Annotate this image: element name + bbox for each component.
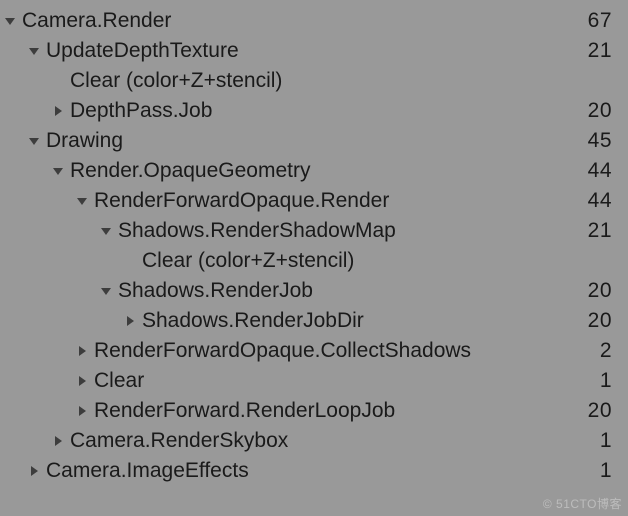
disclosure-expanded-icon[interactable]: [24, 135, 44, 147]
watermark: © 51CTO博客: [543, 495, 622, 512]
indent: [0, 411, 72, 412]
row-value: 1: [600, 426, 618, 456]
row-value: 20: [588, 306, 618, 336]
tree-row[interactable]: Shadows.RenderShadowMap 21: [0, 216, 618, 246]
row-value: 21: [588, 36, 618, 66]
row-value: 1: [600, 366, 618, 396]
indent: [0, 81, 48, 82]
indent: [0, 441, 48, 442]
tree-row[interactable]: Camera.RenderSkybox 1: [0, 426, 618, 456]
row-value: 2: [600, 336, 618, 366]
indent: [0, 171, 48, 172]
indent: [0, 141, 24, 142]
row-value: 67: [588, 6, 618, 36]
profiler-tree: Camera.Render67UpdateDepthTexture21Clear…: [0, 0, 628, 492]
row-value: 21: [588, 216, 618, 246]
row-label: RenderForwardOpaque.Render: [92, 186, 389, 216]
indent: [0, 471, 24, 472]
row-label: Clear (color+Z+stencil): [68, 66, 282, 96]
tree-row[interactable]: UpdateDepthTexture 21: [0, 36, 618, 66]
row-value: 20: [588, 96, 618, 126]
tree-row[interactable]: Drawing 45: [0, 126, 618, 156]
row-label: Clear: [92, 366, 144, 396]
disclosure-expanded-icon[interactable]: [96, 225, 116, 237]
row-value: 1: [600, 456, 618, 486]
tree-row[interactable]: Camera.Render 67: [0, 6, 618, 36]
indent: [0, 351, 72, 352]
disclosure-none-icon: [48, 76, 68, 86]
disclosure-none-icon: [120, 256, 140, 266]
row-value: 45: [588, 126, 618, 156]
row-label: Drawing: [44, 126, 123, 156]
row-label: DepthPass.Job: [68, 96, 212, 126]
indent: [0, 261, 120, 262]
disclosure-expanded-icon[interactable]: [72, 195, 92, 207]
disclosure-collapsed-icon[interactable]: [48, 435, 68, 447]
indent: [0, 201, 72, 202]
tree-row[interactable]: Shadows.RenderJob 20: [0, 276, 618, 306]
tree-row[interactable]: Render.OpaqueGeometry 44: [0, 156, 618, 186]
indent: [0, 291, 96, 292]
tree-row[interactable]: Clear (color+Z+stencil): [0, 246, 618, 276]
row-label: Render.OpaqueGeometry: [68, 156, 310, 186]
row-label: RenderForwardOpaque.CollectShadows: [92, 336, 471, 366]
tree-row[interactable]: Clear 1: [0, 366, 618, 396]
tree-row[interactable]: Camera.ImageEffects 1: [0, 456, 618, 486]
row-label: Camera.ImageEffects: [44, 456, 249, 486]
disclosure-expanded-icon[interactable]: [96, 285, 116, 297]
indent: [0, 321, 120, 322]
tree-row[interactable]: RenderForwardOpaque.CollectShadows 2: [0, 336, 618, 366]
tree-row[interactable]: DepthPass.Job 20: [0, 96, 618, 126]
disclosure-collapsed-icon[interactable]: [72, 345, 92, 357]
row-value: 44: [588, 186, 618, 216]
row-label: Camera.Render: [20, 6, 171, 36]
row-label: Shadows.RenderJobDir: [140, 306, 364, 336]
row-value: 44: [588, 156, 618, 186]
tree-row[interactable]: RenderForward.RenderLoopJob 20: [0, 396, 618, 426]
disclosure-expanded-icon[interactable]: [48, 165, 68, 177]
disclosure-expanded-icon[interactable]: [0, 15, 20, 27]
row-label: Shadows.RenderShadowMap: [116, 216, 396, 246]
disclosure-collapsed-icon[interactable]: [24, 465, 44, 477]
indent: [0, 381, 72, 382]
disclosure-collapsed-icon[interactable]: [72, 405, 92, 417]
row-value: 20: [588, 276, 618, 306]
disclosure-collapsed-icon[interactable]: [48, 105, 68, 117]
tree-row[interactable]: Shadows.RenderJobDir 20: [0, 306, 618, 336]
indent: [0, 231, 96, 232]
tree-row[interactable]: RenderForwardOpaque.Render 44: [0, 186, 618, 216]
row-label: UpdateDepthTexture: [44, 36, 239, 66]
row-label: Shadows.RenderJob: [116, 276, 313, 306]
disclosure-collapsed-icon[interactable]: [72, 375, 92, 387]
disclosure-collapsed-icon[interactable]: [120, 315, 140, 327]
row-value: 20: [588, 396, 618, 426]
disclosure-expanded-icon[interactable]: [24, 45, 44, 57]
indent: [0, 111, 48, 112]
row-label: Clear (color+Z+stencil): [140, 246, 354, 276]
tree-row[interactable]: Clear (color+Z+stencil): [0, 66, 618, 96]
row-label: Camera.RenderSkybox: [68, 426, 288, 456]
row-label: RenderForward.RenderLoopJob: [92, 396, 395, 426]
indent: [0, 51, 24, 52]
